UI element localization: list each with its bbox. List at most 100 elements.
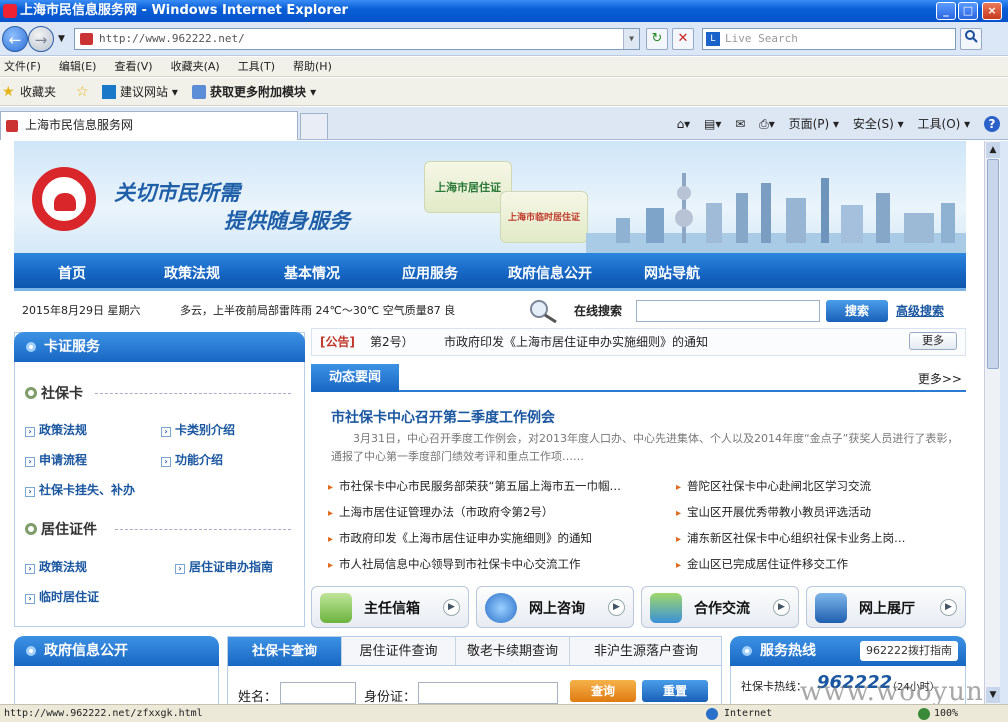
online-hall-button[interactable]: 网上展厅 ▶ [806,586,966,628]
minimize-button[interactable]: _ [936,2,956,20]
search-icon [965,30,978,43]
nav-home[interactable]: 首页 [58,263,86,283]
status-zoom[interactable]: 100% [934,705,958,722]
nav-policy[interactable]: 政策法规 [164,263,220,283]
cooperation-button[interactable]: 合作交流 ▶ [641,586,799,628]
arrow-icon: › [25,427,35,437]
page-menu[interactable]: 页面(P) ▾ [789,117,839,131]
link-text: 政策法规 [39,560,88,574]
link-lost-card[interactable]: › 社保卡挂失、补办 [25,481,135,498]
status-url: http://www.962222.net/zfxxgk.html [4,708,203,719]
menu-bar: 文件(F) 编辑(E) 查看(V) 收藏夹(A) 工具(T) 帮助(H) [0,57,1008,77]
notice-num: 第2号） [370,335,414,349]
scroll-thumb[interactable] [987,159,999,369]
notice-more-button[interactable]: 更多 [909,332,957,350]
menu-tools[interactable]: 工具(T) [238,60,275,73]
tools-menu[interactable]: 工具(O) ▾ [918,117,971,131]
advanced-search-link[interactable]: 高级搜索 [896,296,944,326]
news-item[interactable]: ▸ 普陀区社保卡中心赴闸北区学习交流 [676,478,871,494]
link-residence-policy[interactable]: › 政策法规 [25,558,87,575]
nav-basic-info[interactable]: 基本情况 [284,263,340,283]
vertical-scrollbar[interactable]: ▲ ▼ [984,141,1000,704]
reset-button[interactable]: 重置 [642,680,708,702]
news-item[interactable]: ▸ 市社保卡中心市民服务部荣获“第五届上海市五一巾帼… [328,478,621,494]
online-consult-button[interactable]: 网上咨询 ▶ [476,586,634,628]
news-headline[interactable]: 市社保卡中心召开第二季度工作例会 [331,407,555,427]
new-tab-button[interactable] [300,113,328,139]
name-input[interactable] [280,682,356,704]
tab-senior-card-query[interactable]: 敬老卡续期查询 [456,637,570,666]
hotline-guide-button[interactable]: 962222拨打指南 [860,641,958,661]
link-features[interactable]: › 功能介绍 [161,451,223,468]
tab-settlement-query[interactable]: 非沪生源落户查询 [570,637,722,666]
site-search-button[interactable]: 搜索 [826,300,888,322]
nav-apps[interactable]: 应用服务 [402,263,458,283]
name-label: 姓名： [238,690,278,704]
history-dropdown-icon[interactable]: ▼ [58,34,65,44]
link-temp-residence[interactable]: › 临时居住证 [25,588,99,605]
print-icon[interactable]: ⎙▾ [759,117,775,131]
help-icon[interactable]: ? [984,116,1000,132]
news-item[interactable]: ▸ 浦东新区社保卡中心组织社保卡业务上岗… [676,530,906,546]
tab-residence-query[interactable]: 居住证件查询 [342,637,456,666]
tab-current[interactable]: 上海市民信息服务网 [0,111,298,140]
link-apply-process[interactable]: › 申请流程 [25,451,87,468]
get-addons[interactable]: 获取更多附加模块 ▾ [210,78,316,106]
home-icon[interactable]: ⌂▾ [677,117,691,131]
arrow-icon: › [175,564,185,574]
news-item[interactable]: ▸ 金山区已完成居住证件移交工作 [676,556,848,572]
scroll-down-icon[interactable]: ▼ [986,687,1000,703]
menu-help[interactable]: 帮助(H) [293,60,332,73]
nav-gov-info[interactable]: 政府信息公开 [508,263,592,283]
arrow-icon: › [25,594,35,604]
suggested-sites[interactable]: 建议网站 ▾ [120,78,178,106]
site-banner: 关切市民所需 提供随身服务 上海市居住证 上海市临时居住证 [14,141,966,253]
director-mailbox-button[interactable]: 主任信箱 ▶ [311,586,469,628]
link-social-policy[interactable]: › 政策法规 [25,421,87,438]
back-button[interactable]: ← [2,26,28,52]
residence-card-image[interactable]: 上海市居住证 [424,161,512,213]
add-favorite-icon[interactable]: ☆ [76,78,89,106]
link-residence-guide[interactable]: › 居住证申办指南 [175,558,273,575]
refresh-button[interactable]: ↻ [646,28,668,50]
safety-menu[interactable]: 安全(S) ▾ [853,117,904,131]
tab-social-card-query[interactable]: 社保卡查询 [228,637,342,666]
forward-button[interactable]: → [28,26,54,52]
news-more-link[interactable]: 更多>> [918,370,962,387]
menu-view[interactable]: 查看(V) [114,60,152,73]
news-item[interactable]: ▸ 宝山区开展优秀带教小教员评选活动 [676,504,871,520]
address-dropdown-icon[interactable]: ▼ [623,29,639,49]
id-input[interactable] [418,682,558,704]
menu-favorites[interactable]: 收藏夹(A) [171,60,220,73]
news-item[interactable]: ▸ 市政府印发《上海市居住证申办实施细则》的通知 [328,530,592,546]
live-search-input[interactable]: L Live Search [702,28,956,50]
go-arrow-icon: ▶ [773,599,790,616]
link-card-types[interactable]: › 卡类别介绍 [161,421,235,438]
scroll-up-icon[interactable]: ▲ [986,142,1000,158]
nav-sitemap[interactable]: 网站导航 [644,263,700,283]
bullet-arrow-icon: ▸ [676,482,682,493]
close-button[interactable]: × [982,2,1002,20]
gov-info-title[interactable]: 政府信息公开 [44,643,128,659]
news-item[interactable]: ▸ 市人社局信息中心领导到市社保卡中心交流工作 [328,556,581,572]
address-input[interactable]: http://www.962222.net/ ▼ [74,28,640,50]
feeds-icon[interactable]: ▤▾ [704,117,721,131]
site-search-input[interactable] [636,300,820,322]
news-item-text: 市人社局信息中心领导到市社保卡中心交流工作 [339,557,581,571]
query-button[interactable]: 查询 [570,680,636,702]
menu-edit[interactable]: 编辑(E) [59,60,97,73]
news-item[interactable]: ▸ 上海市居住证管理办法（市政府令第2号） [328,504,553,520]
mail-icon[interactable]: ✉ [735,117,745,131]
stop-button[interactable]: ✕ [672,28,694,50]
search-button[interactable] [960,28,982,50]
favorites-button[interactable]: 收藏夹 [20,78,56,106]
menu-file[interactable]: 文件(F) [4,60,41,73]
site-logo[interactable] [32,167,96,231]
social-card-title: 社保卡 [25,383,83,403]
button-label: 网上咨询 [529,601,585,617]
maximize-button[interactable]: □ [958,2,978,20]
temp-residence-card-image[interactable]: 上海市临时居住证 [500,191,588,243]
news-tab[interactable]: 动态要闻 [311,364,399,392]
link-text: 卡类别介绍 [175,423,236,437]
notice-link[interactable]: 市政府印发《上海市居住证申办实施细则》的通知 [444,329,708,355]
